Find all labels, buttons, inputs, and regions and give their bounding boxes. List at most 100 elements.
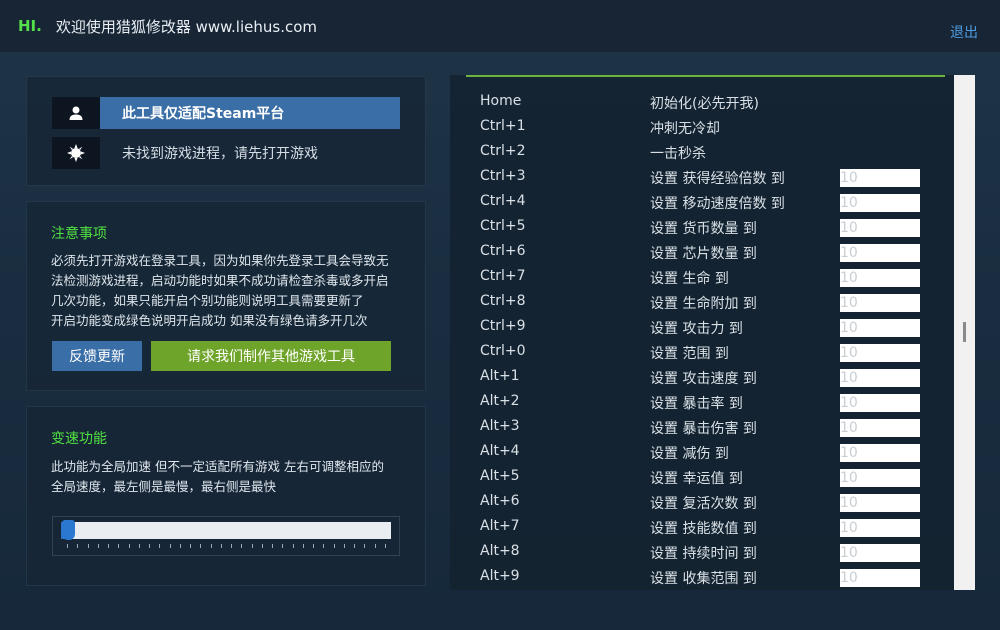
hotkey-value-input[interactable] [840, 519, 920, 537]
hotkey-function[interactable]: 设置 暴击率 到 [650, 393, 743, 413]
hotkey-row[interactable]: Ctrl+2 一击秒杀 [450, 140, 950, 165]
hotkey-key: Alt+1 [480, 368, 520, 384]
slider-tick [118, 544, 120, 548]
hotkey-row[interactable]: Alt+5 设置 幸运值 到 [450, 465, 950, 490]
speed-desc-line: 全局速度，最左侧是最慢，最右侧是最快 [51, 479, 277, 494]
hotkey-function[interactable]: 初始化(必先开我) [650, 93, 759, 113]
hotkey-key: Alt+4 [480, 443, 520, 459]
speed-desc-line: 此功能为全局加速 但不一定适配所有游戏 左右可调整相应的 [51, 459, 384, 474]
slider-tick [364, 544, 366, 548]
hotkey-row[interactable]: Home 初始化(必先开我) [450, 90, 950, 115]
notice-line: 必须先打开游戏在登录工具，因为如果你先登录工具会导致无 [51, 253, 389, 268]
hotkey-function[interactable]: 设置 暴击伤害 到 [650, 418, 757, 438]
slider-thumb[interactable] [62, 520, 75, 540]
hotkey-function[interactable]: 设置 生命 到 [650, 268, 729, 288]
hotkey-function[interactable]: 设置 幸运值 到 [650, 468, 743, 488]
slider-tick [190, 544, 192, 548]
status-row: 未找到游戏进程，请先打开游戏 [52, 137, 400, 169]
speed-description: 此功能为全局加速 但不一定适配所有游戏 左右可调整相应的 全局速度，最左侧是最慢… [51, 457, 407, 497]
hotkey-function[interactable]: 设置 获得经验倍数 到 [650, 168, 785, 188]
speed-title: 变速功能 [51, 431, 107, 447]
hotkey-value-input[interactable] [840, 469, 920, 487]
hotkey-row[interactable]: Ctrl+5 设置 货币数量 到 [450, 215, 950, 240]
slider-tick [385, 544, 386, 548]
hotkey-key: Ctrl+0 [480, 343, 526, 359]
slider-tick [87, 544, 89, 548]
scrollbar[interactable] [954, 75, 975, 590]
hotkey-value-input[interactable] [840, 219, 920, 237]
hotkey-row[interactable]: Alt+4 设置 减伤 到 [450, 440, 950, 465]
platform-row: 此工具仅适配Steam平台 [52, 97, 400, 129]
hotkey-row[interactable]: Alt+6 设置 复活次数 到 [450, 490, 950, 515]
hotkey-function[interactable]: 设置 攻击力 到 [650, 318, 743, 338]
slider-tick [210, 544, 212, 548]
hotkey-row[interactable]: Alt+1 设置 攻击速度 到 [450, 365, 950, 390]
hotkey-value-input[interactable] [840, 419, 920, 437]
hotkey-function[interactable]: 设置 芯片数量 到 [650, 243, 757, 263]
notice-panel: 注意事项 必须先打开游戏在登录工具，因为如果你先登录工具会导致无 法检测游戏进程… [26, 201, 426, 391]
hotkey-value-input[interactable] [840, 244, 920, 262]
hotkey-function[interactable]: 冲刺无冷却 [650, 118, 720, 138]
feedback-button[interactable]: 反馈更新 [52, 341, 142, 371]
slider-tick [231, 544, 233, 548]
hotkey-row[interactable]: Alt+8 设置 持续时间 到 [450, 540, 950, 565]
hotkey-row[interactable]: Ctrl+9 设置 攻击力 到 [450, 315, 950, 340]
title-bar: HI. 欢迎使用猎狐修改器 www.liehus.com 退出 [0, 0, 1000, 52]
hotkey-row[interactable]: Alt+3 设置 暴击伤害 到 [450, 415, 950, 440]
slider-tick [272, 544, 274, 548]
hotkey-row[interactable]: Ctrl+4 设置 移动速度倍数 到 [450, 190, 950, 215]
hotkey-row[interactable]: Alt+2 设置 暴击率 到 [450, 390, 950, 415]
hotkey-function[interactable]: 设置 复活次数 到 [650, 493, 757, 513]
hotkey-value-input[interactable] [840, 444, 920, 462]
hotkey-value-input[interactable] [840, 494, 920, 512]
hotkey-row[interactable]: Ctrl+7 设置 生命 到 [450, 265, 950, 290]
slider-track[interactable] [61, 522, 391, 539]
speed-slider[interactable] [52, 516, 400, 556]
hotkey-row[interactable]: Ctrl+1 冲刺无冷却 [450, 115, 950, 140]
hotkey-value-input[interactable] [840, 319, 920, 337]
slider-tick [200, 544, 202, 548]
slider-tick [77, 544, 79, 548]
hotkey-function[interactable]: 设置 移动速度倍数 到 [650, 193, 785, 213]
hotkey-value-input[interactable] [840, 194, 920, 212]
hotkey-function[interactable]: 设置 攻击速度 到 [650, 368, 757, 388]
hotkey-value-input[interactable] [840, 169, 920, 187]
request-tool-button[interactable]: 请求我们制作其他游戏工具 [151, 341, 391, 371]
hotkey-value-input[interactable] [840, 369, 920, 387]
hotkey-row[interactable]: Ctrl+0 设置 范围 到 [450, 340, 950, 365]
slider-tick [128, 544, 130, 548]
hotkey-row[interactable]: Ctrl+6 设置 芯片数量 到 [450, 240, 950, 265]
hotkey-value-input[interactable] [840, 394, 920, 412]
hotkey-function[interactable]: 设置 减伤 到 [650, 443, 729, 463]
hotkey-key: Ctrl+7 [480, 268, 526, 284]
hotkey-value-input[interactable] [840, 294, 920, 312]
hotkey-function[interactable]: 设置 收集范围 到 [650, 568, 757, 588]
hotkey-value-input[interactable] [840, 569, 920, 587]
slider-tick [251, 544, 253, 548]
hotkey-function[interactable]: 设置 持续时间 到 [650, 543, 757, 563]
slider-tick [241, 544, 243, 548]
hotkey-value-input[interactable] [840, 344, 920, 362]
hotkey-function[interactable]: 设置 技能数值 到 [650, 518, 757, 538]
hotkey-function[interactable]: 设置 范围 到 [650, 343, 729, 363]
hotkey-row[interactable]: Ctrl+3 设置 获得经验倍数 到 [450, 165, 950, 190]
exit-button[interactable]: 退出 [950, 22, 978, 42]
hotkey-key: Ctrl+2 [480, 143, 526, 159]
hotkey-function[interactable]: 一击秒杀 [650, 143, 706, 163]
hotkey-key: Ctrl+3 [480, 168, 526, 184]
slider-tick [220, 544, 222, 548]
hotkey-row[interactable]: Ctrl+8 设置 生命附加 到 [450, 290, 950, 315]
slider-tick [343, 544, 345, 548]
hotkey-value-input[interactable] [840, 544, 920, 562]
slider-tick [374, 544, 376, 548]
hotkey-function[interactable]: 设置 货币数量 到 [650, 218, 757, 238]
hotkey-function[interactable]: 设置 生命附加 到 [650, 293, 757, 313]
hotkey-key: Alt+2 [480, 393, 520, 409]
hotkey-row[interactable]: Alt+7 设置 技能数值 到 [450, 515, 950, 540]
hotkey-list: Home 初始化(必先开我) Ctrl+1 冲刺无冷却 Ctrl+2 一击秒杀 Ctrl+3… [450, 90, 950, 590]
slider-tick [169, 544, 171, 548]
hotkey-value-input[interactable] [840, 269, 920, 287]
user-icon [52, 97, 100, 129]
scrollbar-thumb[interactable] [963, 322, 966, 342]
hotkey-row[interactable]: Alt+9 设置 收集范围 到 [450, 565, 950, 590]
